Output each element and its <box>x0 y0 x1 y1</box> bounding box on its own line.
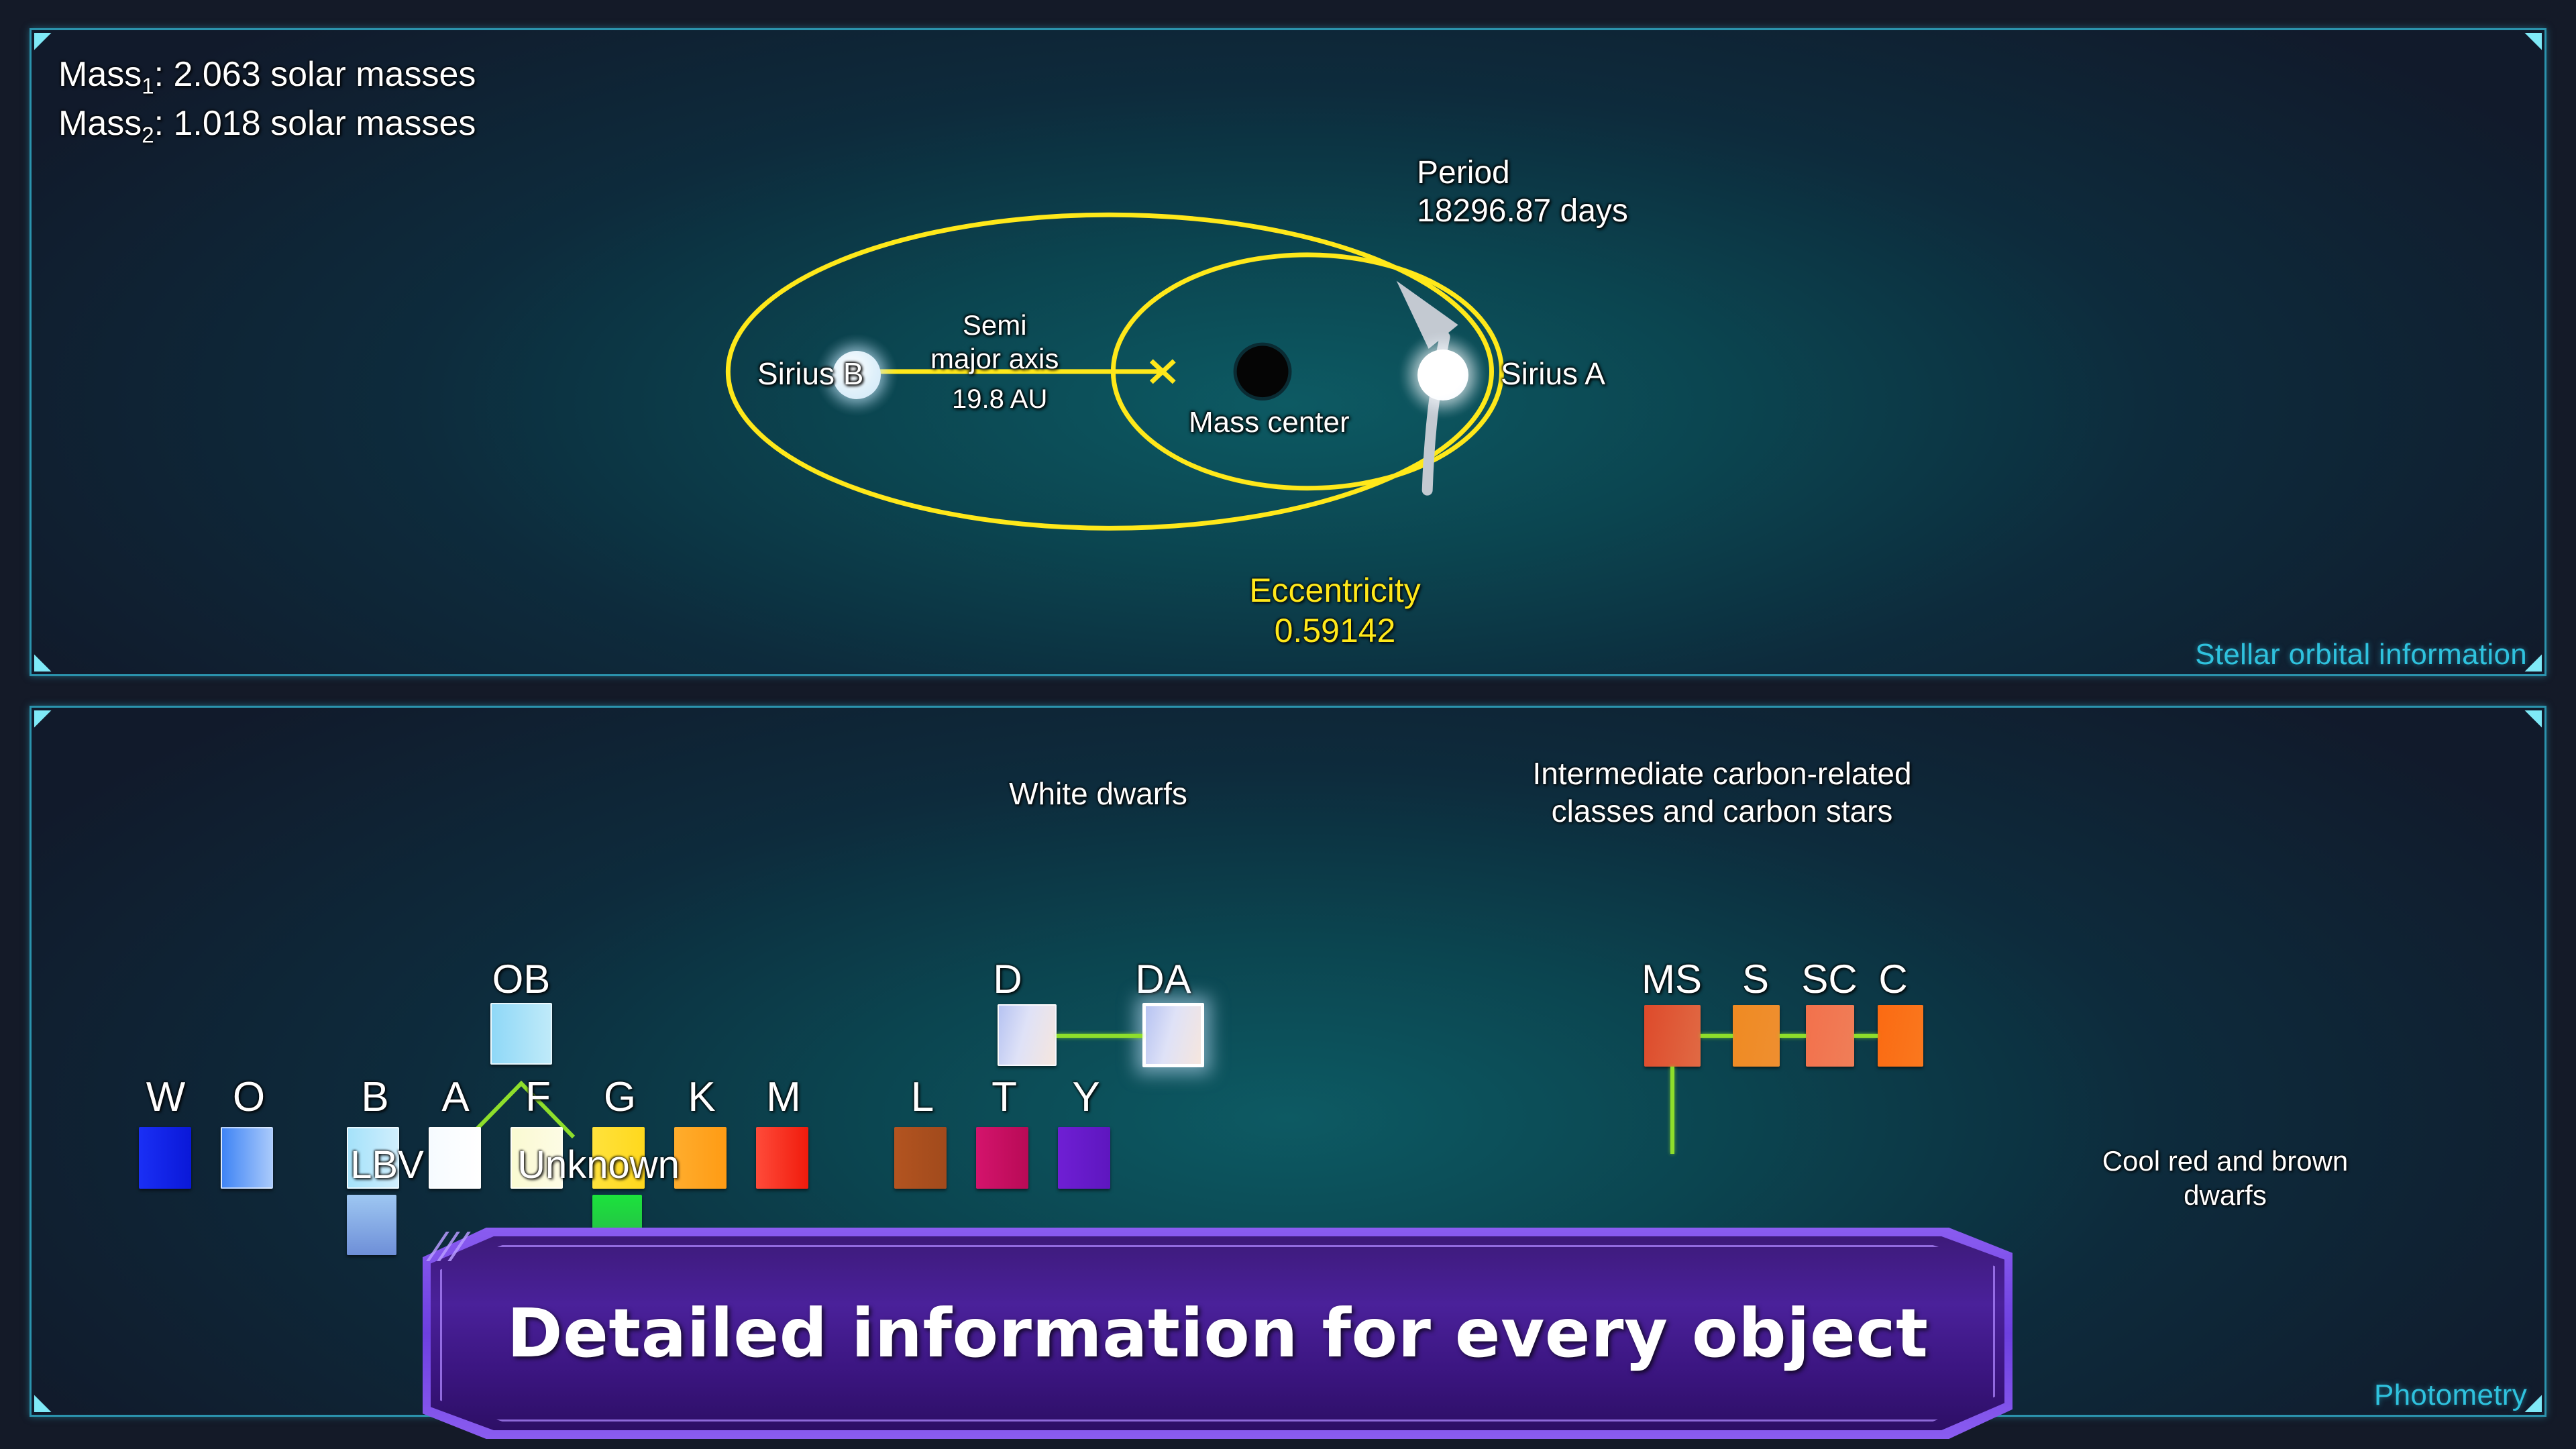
class-swatch-ms <box>1644 1005 1701 1067</box>
class-label-o: O <box>232 1074 266 1120</box>
class-label-ms: MS <box>1642 957 1702 1002</box>
class-swatch-w <box>139 1127 191 1189</box>
carbon-group-title-line1: Intermediate carbon-related <box>1532 756 1912 791</box>
class-swatch-da <box>1142 1003 1204 1067</box>
screen-root: Mass1: 2.063 solar masses Mass2: 1.018 s… <box>0 0 2576 1449</box>
class-swatch-d <box>998 1004 1057 1066</box>
eccentricity-value: 0.59142 <box>1274 612 1396 649</box>
semi-major-axis-label-line1: Semi <box>962 309 1027 341</box>
sirius-a-label: Sirius A <box>1501 356 1605 391</box>
class-swatch-ob <box>490 1003 552 1065</box>
class-label-m: M <box>766 1074 801 1120</box>
class-label-ob: OB <box>492 957 551 1002</box>
mass-center-label: Mass center <box>1189 406 1350 439</box>
cool-dwarfs-title-line1: Cool red and brown <box>2102 1145 2349 1177</box>
eccentricity-label: Eccentricity <box>1249 572 1421 609</box>
photometry-panel-label: Photometry <box>2374 1379 2527 1411</box>
class-swatch-s <box>1733 1005 1780 1067</box>
connector-s-to-sc <box>1780 1034 1806 1038</box>
callout-banner: Detailed information for every object <box>423 1228 2012 1439</box>
class-swatch-m <box>756 1127 808 1189</box>
semi-major-axis-value: 19.8 AU <box>952 384 1048 414</box>
period-annotation: Period 18296.87 days <box>1417 154 1628 230</box>
class-label-d: D <box>993 957 1022 1002</box>
banner-text: Detailed information for every object <box>506 1294 1929 1373</box>
white-dwarfs-group-title: White dwarfs <box>1009 776 1187 811</box>
cool-dwarfs-title-line2: dwarfs <box>2184 1179 2267 1212</box>
class-label-y: Y <box>1072 1074 1100 1120</box>
semi-major-axis-label-line2: major axis <box>930 342 1059 374</box>
class-swatch-c <box>1878 1005 1923 1067</box>
class-label-unknown: Unknown <box>517 1143 680 1187</box>
orbital-panel-label: Stellar orbital information <box>2195 638 2527 671</box>
carbon-group-title-line2: classes and carbon stars <box>1551 794 1893 829</box>
class-swatch-sc <box>1806 1005 1854 1067</box>
class-label-lbv: LBV <box>350 1143 424 1187</box>
mass-center-dot <box>1233 342 1292 401</box>
class-swatch-t <box>976 1127 1028 1189</box>
class-swatch-lbv <box>347 1195 396 1255</box>
connector-ms-to-m <box>1670 1067 1674 1154</box>
sirius-a-star-icon <box>1399 331 1487 419</box>
stellar-orbital-panel: Mass1: 2.063 solar masses Mass2: 1.018 s… <box>30 28 2546 676</box>
connector-sc-to-c <box>1854 1034 1878 1038</box>
connector-ms-to-s <box>1701 1034 1733 1038</box>
class-label-c: C <box>1878 957 1908 1002</box>
class-swatch-o <box>221 1127 273 1189</box>
class-swatch-l <box>894 1127 947 1189</box>
class-label-da: DA <box>1135 957 1191 1002</box>
carbon-group-title: Intermediate carbon-related classes and … <box>1494 755 1950 830</box>
period-value: 18296.87 days <box>1417 193 1628 229</box>
cool-dwarfs-group-title: Cool red and brown dwarfs <box>2057 1144 2393 1212</box>
period-label: Period <box>1417 155 1510 191</box>
semi-major-axis-label: Semi major axis <box>930 309 1059 375</box>
class-swatch-y <box>1058 1127 1110 1189</box>
connector-d-to-da <box>1057 1034 1142 1038</box>
eccentricity-annotation: Eccentricity 0.59142 <box>1241 570 1429 651</box>
sirius-b-label: Sirius B <box>757 356 864 391</box>
